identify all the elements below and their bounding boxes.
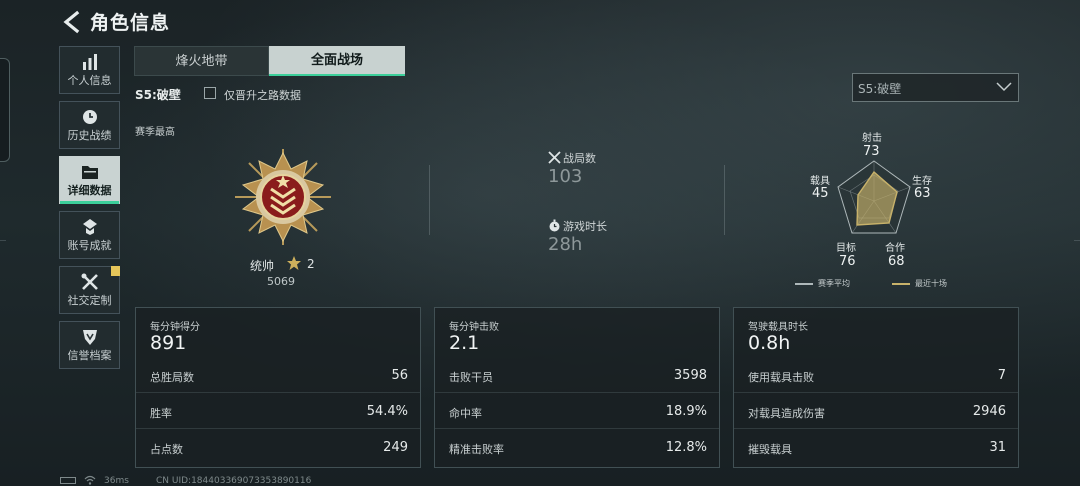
- row-divider: [435, 428, 719, 429]
- section-title: 赛季最高: [135, 127, 175, 138]
- row-divider: [136, 428, 420, 429]
- tab-full-battlefield[interactable]: 全面战场: [269, 46, 405, 76]
- star-icon: [287, 256, 301, 270]
- row-value: 56: [391, 368, 408, 383]
- card-main-value: 0.8h: [748, 332, 791, 354]
- sidebar-item-reputation[interactable]: 信誉档案: [59, 321, 120, 369]
- row-value: 249: [383, 440, 408, 455]
- radar-label-shooting: 射击: [862, 133, 882, 144]
- row-value: 3598: [673, 368, 707, 383]
- row-label: 总胜局数: [150, 371, 194, 384]
- side-drawer-handle[interactable]: [0, 58, 10, 162]
- legend-label-recent-ten: 最近十场: [915, 279, 947, 288]
- radar-label-objective: 目标: [836, 243, 856, 254]
- row-divider: [435, 392, 719, 393]
- row-value: 31: [989, 440, 1006, 455]
- achievement-icon: [82, 219, 97, 235]
- radar-label-vehicle: 载具: [810, 176, 830, 187]
- sidebar-item-label: 信誉档案: [67, 349, 112, 362]
- season-label: S5:破壁: [135, 88, 181, 102]
- divider: [429, 165, 430, 235]
- stat-label: 游戏时长: [563, 220, 607, 233]
- row-value: 54.4%: [366, 404, 408, 419]
- row-divider: [734, 428, 1018, 429]
- stat-value: 103: [548, 166, 583, 187]
- card-header: 驾驶载具时长: [748, 322, 808, 333]
- card-main-value: 891: [150, 332, 187, 354]
- shield-icon: [82, 330, 97, 345]
- radar-label-survival: 生存: [912, 176, 932, 187]
- battery-icon: [60, 477, 76, 484]
- row-divider: [734, 392, 1018, 393]
- legend-swatch-recent-ten: [892, 283, 910, 285]
- sidebar-item-detailed-data[interactable]: 详细数据: [59, 156, 120, 204]
- row-value: 12.8%: [665, 440, 707, 455]
- radar-value-vehicle: 45: [812, 186, 829, 201]
- row-label: 摧毁载具: [748, 443, 792, 456]
- back-arrow-icon[interactable]: [60, 10, 82, 34]
- sidebar-item-label: 社交定制: [67, 294, 112, 307]
- row-value: 2946: [972, 404, 1006, 419]
- radar-value-shooting: 73: [863, 144, 880, 159]
- card-header: 每分钟得分: [150, 322, 200, 333]
- row-label: 对载具造成伤害: [748, 407, 825, 420]
- checkbox-label: 仅晋升之路数据: [224, 89, 301, 102]
- stat-card-score: 每分钟得分 891 总胜局数 56 胜率 54.4% 占点数 249: [135, 307, 421, 468]
- sidebar-item-label: 详细数据: [67, 184, 112, 197]
- row-value: 7: [997, 368, 1006, 383]
- row-label: 胜率: [150, 407, 172, 420]
- radar-chart: [837, 160, 911, 234]
- sidebar-item-label: 个人信息: [67, 74, 112, 87]
- sidebar-item-history[interactable]: 历史战绩: [59, 101, 120, 149]
- page-title: 角色信息: [90, 12, 171, 34]
- season-select-value: S5:破壁: [858, 82, 902, 96]
- edge-tick: [0, 240, 6, 241]
- stat-card-kills: 每分钟击败 2.1 击败干员 3598 命中率 18.9% 精准击败率 12.8…: [434, 307, 720, 468]
- row-label: 命中率: [449, 407, 482, 420]
- row-label: 占点数: [150, 443, 183, 456]
- notification-badge: [111, 266, 120, 276]
- edge-tick: [1074, 240, 1080, 241]
- tab-fenghuo[interactable]: 烽火地带: [134, 46, 269, 76]
- stat-card-vehicle: 驾驶载具时长 0.8h 使用载具击败 7 对载具造成伤害 2946 摧毁载具 3…: [733, 307, 1019, 468]
- sidebar-item-personal-info[interactable]: 个人信息: [59, 46, 120, 94]
- wifi-icon: [84, 475, 96, 485]
- radar-value-survival: 63: [914, 186, 931, 201]
- radar-value-objective: 76: [839, 254, 856, 269]
- stat-value: 28h: [548, 234, 583, 255]
- sidebar-item-achievements[interactable]: 账号成就: [59, 211, 120, 259]
- card-header: 每分钟击败: [449, 322, 499, 333]
- rank-name: 统帅: [250, 259, 275, 273]
- promotion-only-checkbox[interactable]: [204, 87, 216, 99]
- sidebar-item-label: 历史战绩: [67, 129, 112, 142]
- clock-icon: [82, 110, 97, 124]
- row-label: 击败干员: [449, 371, 493, 384]
- sidebar-item-social[interactable]: 社交定制: [59, 266, 120, 314]
- stopwatch-icon: [549, 219, 560, 232]
- divider: [724, 165, 725, 235]
- sidebar-item-label: 账号成就: [67, 239, 112, 252]
- uid-text: CN UID:184403369073353890116: [156, 476, 312, 486]
- stat-label: 战局数: [563, 152, 596, 165]
- rank-score: 5069: [267, 275, 295, 288]
- card-main-value: 2.1: [449, 332, 480, 354]
- bar-chart-icon: [82, 54, 97, 70]
- row-divider: [136, 392, 420, 393]
- tools-icon: [81, 273, 98, 290]
- row-value: 18.9%: [665, 404, 707, 419]
- folder-icon: [81, 166, 98, 179]
- crossed-swords-icon: [548, 151, 561, 164]
- legend-label-season-avg: 赛季平均: [818, 279, 850, 288]
- rank-medal-icon: [235, 149, 331, 245]
- radar-value-cooperation: 68: [888, 254, 905, 269]
- legend-swatch-season-avg: [795, 283, 813, 285]
- ping-text: 36ms: [104, 476, 129, 486]
- row-label: 精准击败率: [449, 443, 504, 456]
- rank-level: 2: [307, 257, 315, 271]
- row-label: 使用载具击败: [748, 371, 814, 384]
- chevron-down-icon: [996, 82, 1012, 92]
- radar-label-cooperation: 合作: [885, 243, 905, 254]
